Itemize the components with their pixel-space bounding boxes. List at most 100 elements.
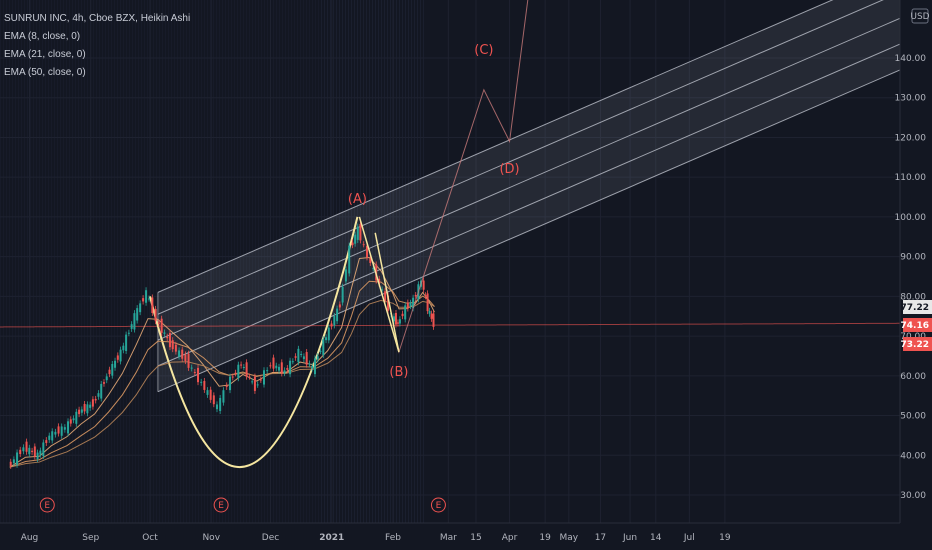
candle-body	[80, 409, 83, 413]
candle-body	[151, 297, 154, 314]
candle-body	[16, 452, 19, 465]
candle-body	[33, 446, 36, 457]
y-tick-label: 50.00	[900, 412, 926, 422]
candle-body	[344, 269, 347, 282]
candle-body	[119, 349, 122, 362]
candle-body	[222, 390, 225, 403]
candle-body	[171, 340, 174, 350]
wave-label: (D)	[499, 162, 519, 177]
candle-body	[72, 418, 75, 421]
candle-body	[83, 404, 86, 412]
price-badge: 74.16	[901, 318, 932, 332]
candle-body	[325, 337, 328, 341]
candle-body	[22, 447, 25, 452]
candle-body	[160, 318, 163, 333]
candle-body	[168, 333, 171, 348]
candle-body	[51, 431, 54, 441]
candle-body	[359, 224, 362, 241]
event-label: E	[218, 501, 224, 511]
candle-body	[174, 344, 177, 352]
candle-body	[398, 319, 401, 324]
candle-body	[305, 352, 308, 365]
candle-body	[231, 376, 234, 378]
y-tick-label: 40.00	[900, 451, 926, 461]
time-axis	[0, 523, 932, 550]
candle-body	[311, 365, 314, 369]
candle-body	[341, 286, 344, 303]
candle-body	[133, 313, 136, 330]
candle-body	[432, 313, 435, 327]
y-tick-label: 110.00	[895, 173, 927, 183]
candle-body	[31, 450, 34, 452]
x-tick-label: Feb	[385, 533, 401, 543]
x-tick-label: Apr	[502, 533, 518, 543]
candle-body	[54, 431, 57, 435]
candle-body	[154, 308, 157, 322]
candle-body	[297, 348, 300, 363]
candle-body	[409, 302, 412, 307]
candle-body	[94, 398, 97, 401]
candle-body	[215, 404, 218, 410]
x-tick-label: 19	[539, 533, 551, 543]
candle-body	[406, 302, 409, 309]
candle-body	[316, 356, 319, 360]
candle-body	[319, 350, 322, 352]
candle-body	[240, 364, 243, 366]
candle-body	[206, 390, 209, 395]
wave-label: (A)	[348, 192, 367, 207]
x-tick-label: 14	[650, 533, 662, 543]
candle-body	[269, 365, 272, 367]
y-tick-label: 100.00	[895, 213, 927, 223]
wave-label: (C)	[474, 43, 493, 58]
price-badge: 73.22	[901, 337, 932, 351]
symbol-title: SUNRUN INC, 4h, Cboe BZX, Heikin Ashi	[4, 13, 191, 24]
candle-body	[248, 376, 251, 378]
candle-body	[242, 367, 245, 369]
candle-body	[251, 381, 254, 383]
price-badge-text: 74.16	[901, 321, 929, 331]
event-label: E	[436, 501, 442, 511]
candle-body	[69, 419, 72, 424]
candle-body	[219, 397, 222, 411]
price-badge: 77.22	[901, 300, 932, 314]
candle-body	[116, 355, 119, 360]
candle-body	[111, 363, 114, 376]
candle-body	[327, 327, 330, 341]
candle-body	[178, 350, 181, 357]
x-tick-label: Jun	[622, 533, 637, 543]
x-tick-label: May	[560, 533, 579, 543]
currency-label: USD	[910, 12, 929, 22]
candle-body	[48, 435, 51, 440]
candle-body	[245, 362, 248, 377]
x-tick-label: 19	[719, 533, 731, 543]
candle-body	[426, 293, 429, 312]
session-band	[192, 0, 193, 523]
candle-body	[57, 426, 60, 434]
candle-body	[428, 310, 431, 314]
x-tick-label: 2021	[319, 533, 344, 543]
y-tick-label: 60.00	[900, 372, 926, 382]
x-tick-label: Mar	[440, 533, 457, 543]
candle-body	[302, 356, 305, 360]
candle-body	[336, 308, 339, 322]
candle-body	[229, 376, 232, 391]
candle-body	[263, 370, 266, 385]
candle-body	[430, 313, 433, 319]
x-tick-label: Oct	[142, 533, 158, 543]
candle-body	[424, 295, 427, 297]
candle-body	[283, 370, 286, 374]
candle-body	[187, 353, 190, 368]
y-tick-label: 90.00	[900, 253, 926, 263]
candle-body	[275, 365, 278, 369]
session-band	[0, 0, 1, 523]
candle-body	[145, 290, 148, 303]
x-tick-label: Aug	[21, 533, 39, 543]
candle-body	[127, 332, 130, 334]
ema-21-label: EMA (21, close, 0)	[4, 49, 86, 60]
candle-body	[105, 376, 108, 381]
price-chart[interactable]: (A)(B)(C)(D)EEEUSD30.0040.0050.0060.0070…	[0, 0, 932, 550]
candle-body	[108, 369, 111, 375]
candle-body	[148, 298, 151, 300]
candle-body	[45, 440, 48, 443]
candle-body	[234, 372, 237, 374]
